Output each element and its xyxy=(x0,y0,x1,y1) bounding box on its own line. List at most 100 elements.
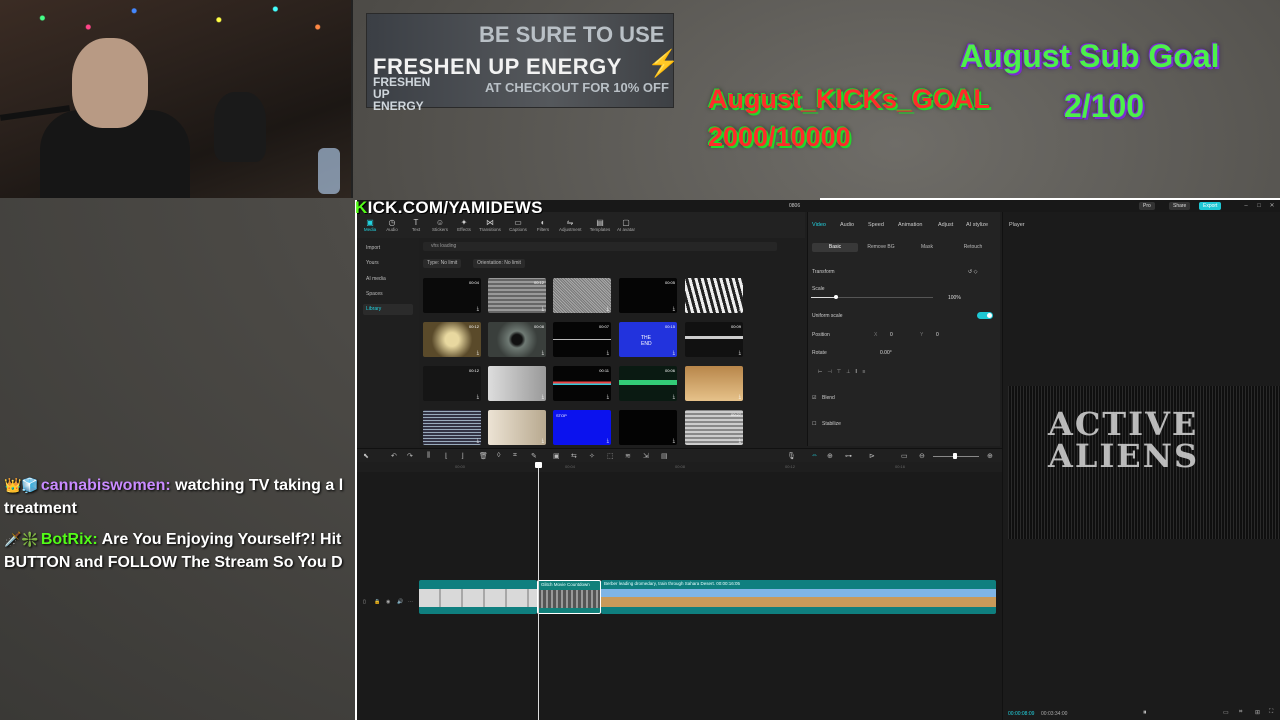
media-thumbnail[interactable]: STOP ⤓ xyxy=(553,410,611,445)
tab-captions[interactable]: ▭ Captions xyxy=(507,218,529,232)
tab-effects[interactable]: ✦ Effects xyxy=(453,218,475,232)
pos-y-input[interactable]: 0 xyxy=(936,332,939,338)
resize-icon[interactable]: ⇲ xyxy=(643,452,649,460)
undo-icon[interactable]: ↶ xyxy=(391,452,397,460)
speed-icon[interactable]: ≋ xyxy=(625,452,631,460)
close-icon[interactable]: ✕ xyxy=(1268,202,1276,210)
media-thumbnail[interactable]: 00:11 ⤓ xyxy=(553,366,611,401)
media-thumbnail[interactable]: 00:12 ⤓ xyxy=(423,322,481,357)
playhead[interactable] xyxy=(535,462,542,720)
snap-icon[interactable]: ⊶ xyxy=(845,452,852,460)
tab-adjustment[interactable]: ⇋ Adjustment xyxy=(559,218,582,232)
track-lock-icon-2[interactable]: 🔒 xyxy=(374,599,380,605)
player-preview[interactable]: ACTIVE ALIENS xyxy=(1008,386,1280,539)
tab-inspector-audio[interactable]: Audio xyxy=(840,222,854,228)
crop-icon[interactable]: ⌗ xyxy=(1239,709,1242,716)
pause-icon[interactable]: ⏸ xyxy=(1143,709,1147,717)
export-button[interactable]: Export xyxy=(1199,202,1222,210)
sidebar-item-import[interactable]: Import xyxy=(363,243,413,254)
scale-value[interactable]: 100% xyxy=(948,295,961,301)
text-to-speech-icon[interactable]: ▤ xyxy=(661,452,668,460)
magic-icon[interactable]: ✎ xyxy=(531,452,537,460)
pos-x-input[interactable]: 0 xyxy=(890,332,893,338)
orientation-filter-dropdown[interactable]: Orientation: No limit xyxy=(473,259,525,268)
reset-icon[interactable]: ↺ ◇ xyxy=(968,269,977,275)
track-more-icon[interactable]: ⋯ xyxy=(408,599,413,605)
timeline-ruler[interactable]: 00:00 00:04 00:08 00:12 00:16 xyxy=(419,464,1002,472)
microphone-icon[interactable]: 🎙 xyxy=(787,452,796,460)
media-thumbnail[interactable]: ⤓ xyxy=(423,410,481,445)
select-tool-icon[interactable]: ⬉ xyxy=(363,452,369,460)
media-thumbnail[interactable]: ⤓ xyxy=(488,410,546,445)
transform-heading[interactable]: Transform xyxy=(812,269,835,275)
zoom-icon[interactable]: ⊞ xyxy=(1255,709,1260,716)
caption-icon[interactable]: ▭ xyxy=(901,452,908,460)
ai-tools-icon[interactable]: ✧ xyxy=(589,452,595,460)
tab-adjust[interactable]: Adjust xyxy=(938,222,953,228)
media-thumbnail[interactable]: 00:15 THE END ⤓ xyxy=(619,322,677,357)
tab-video[interactable]: Video xyxy=(812,222,826,228)
preview-axis-icon[interactable]: ⊳ xyxy=(869,452,875,460)
ratio-icon[interactable]: ▭ xyxy=(1223,709,1229,716)
track-visible-icon[interactable]: ◉ xyxy=(386,599,390,605)
type-filter-dropdown[interactable]: Type: No limit xyxy=(423,259,462,268)
pro-button[interactable]: Pro xyxy=(1139,202,1155,210)
sidebar-item-yours[interactable]: Yours xyxy=(363,258,413,269)
scale-slider[interactable] xyxy=(811,295,933,299)
media-thumbnail[interactable]: 00:07 ⤓ xyxy=(553,322,611,357)
maximize-icon[interactable]: □ xyxy=(1255,202,1263,210)
search-input[interactable]: vhs loading xyxy=(423,242,777,251)
media-thumbnail[interactable]: 00:08 ⤓ xyxy=(488,322,546,357)
minimize-icon[interactable]: – xyxy=(1242,202,1250,210)
rotate-input[interactable]: 0.00° xyxy=(880,350,892,356)
sidebar-item-library[interactable]: Library xyxy=(363,304,413,315)
link-icon[interactable]: ⇔ xyxy=(811,452,818,459)
delete-icon[interactable]: 🗑 xyxy=(479,452,488,460)
media-thumbnail[interactable]: ⤓ xyxy=(619,410,677,445)
tab-ai-stylize[interactable]: AI stylize xyxy=(966,222,988,228)
media-thumbnail[interactable]: 00:12 ⤓ xyxy=(423,366,481,401)
zoom-in-icon[interactable]: ⊕ xyxy=(987,452,993,460)
track-lock-icon[interactable]: ▯ xyxy=(363,599,366,605)
tab-text[interactable]: T Text xyxy=(405,218,427,232)
media-thumbnail[interactable]: 00:05 ⤓ xyxy=(619,278,677,313)
tab-templates[interactable]: ▤ Templates xyxy=(589,218,611,232)
mirror-icon[interactable]: ⇆ xyxy=(571,452,577,460)
timeline-zoom-knob[interactable] xyxy=(953,453,957,459)
tab-filters[interactable]: ◐ Filters xyxy=(532,218,554,232)
freeze-icon[interactable]: ▣ xyxy=(553,452,560,460)
timeline-clip-selected[interactable]: Glitch Movie Countdown xyxy=(537,580,601,614)
share-button[interactable]: Share xyxy=(1169,202,1191,210)
timeline-clip[interactable] xyxy=(419,580,537,614)
media-thumbnail[interactable]: 00:27 ⤓ xyxy=(685,410,743,445)
redo-icon[interactable]: ↷ xyxy=(407,452,413,460)
tab-audio[interactable]: ◷ Audio xyxy=(381,218,403,232)
uniform-scale-toggle[interactable] xyxy=(977,312,993,319)
sidebar-item-spaces[interactable]: Spaces xyxy=(363,289,413,300)
stabilize-checkbox[interactable]: ☐ xyxy=(812,421,816,427)
tab-transitions[interactable]: ⋈ Transitions xyxy=(479,218,501,232)
media-thumbnail[interactable]: ⤓ xyxy=(685,366,743,401)
magnet-icon[interactable]: ⊕ xyxy=(827,452,833,460)
enhance-icon[interactable]: ⬚ xyxy=(607,452,614,460)
sidebar-item-ai-media[interactable]: AI media xyxy=(363,274,413,285)
track-audio-icon[interactable]: 🔊 xyxy=(397,599,403,605)
split-icon[interactable]: ⫼ xyxy=(427,452,430,460)
media-thumbnail[interactable]: 00:09 ⤓ xyxy=(685,322,743,357)
media-thumbnail[interactable]: ⤓ xyxy=(553,278,611,313)
subtab-remove-bg[interactable]: Remove BG xyxy=(858,243,904,252)
subtab-mask[interactable]: Mask xyxy=(904,243,950,252)
media-thumbnail[interactable]: ⤓ xyxy=(488,366,546,401)
blend-checkbox[interactable]: ☑ xyxy=(812,395,816,401)
media-thumbnail[interactable]: 00:12 ⤓ xyxy=(488,278,546,313)
media-thumbnail[interactable]: 00:06 ⤓ xyxy=(619,366,677,401)
crop-tool-icon[interactable]: ⌗ xyxy=(513,452,517,460)
scale-slider-knob[interactable] xyxy=(834,295,838,299)
tab-ai-avatar[interactable]: ▢ AI avatar xyxy=(615,218,637,232)
subtab-basic[interactable]: Basic xyxy=(812,243,858,252)
timeline-clip[interactable]: Berber leading dromedary, train through … xyxy=(601,580,996,614)
tab-animation[interactable]: Animation xyxy=(898,222,922,228)
stabilize-label[interactable]: Stabilize xyxy=(822,421,841,427)
split-right-icon[interactable]: ⌋ xyxy=(461,452,464,460)
tab-media[interactable]: ▣ Media xyxy=(359,218,381,232)
